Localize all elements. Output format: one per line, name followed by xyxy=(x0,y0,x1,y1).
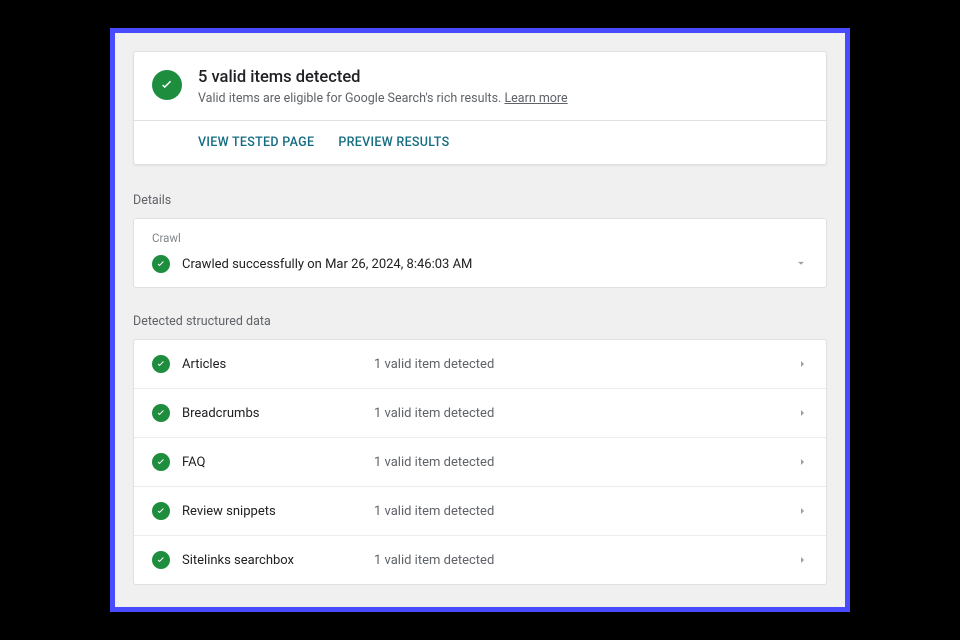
summary-title: 5 valid items detected xyxy=(198,68,568,87)
chevron-right-icon xyxy=(796,355,808,374)
chevron-right-icon xyxy=(796,551,808,570)
crawl-label: Crawl xyxy=(152,231,808,245)
detected-heading: Detected structured data xyxy=(133,314,827,329)
chevron-right-icon xyxy=(796,453,808,472)
row-name: Review snippets xyxy=(182,504,362,519)
row-status: 1 valid item detected xyxy=(374,455,494,470)
crawl-card[interactable]: Crawl Crawled successfully on Mar 26, 20… xyxy=(133,218,827,288)
check-icon xyxy=(152,404,170,422)
data-row-review-snippets[interactable]: Review snippets 1 valid item detected xyxy=(134,487,826,536)
data-row-sitelinks-searchbox[interactable]: Sitelinks searchbox 1 valid item detecte… xyxy=(134,536,826,584)
chevron-right-icon xyxy=(796,502,808,521)
structured-data-list: Articles 1 valid item detected Breadcrum… xyxy=(133,339,827,585)
action-bar: VIEW TESTED PAGE PREVIEW RESULTS xyxy=(134,120,826,164)
check-icon xyxy=(152,551,170,569)
check-icon xyxy=(152,502,170,520)
check-icon xyxy=(152,70,182,100)
check-icon xyxy=(152,355,170,373)
data-row-articles[interactable]: Articles 1 valid item detected xyxy=(134,340,826,389)
row-status: 1 valid item detected xyxy=(374,504,494,519)
summary-header: 5 valid items detected Valid items are e… xyxy=(134,52,826,120)
row-name: FAQ xyxy=(182,455,362,470)
chevron-right-icon xyxy=(796,404,808,423)
check-icon xyxy=(152,255,170,273)
check-icon xyxy=(152,453,170,471)
learn-more-link[interactable]: Learn more xyxy=(504,91,567,106)
data-row-breadcrumbs[interactable]: Breadcrumbs 1 valid item detected xyxy=(134,389,826,438)
app-frame: 5 valid items detected Valid items are e… xyxy=(110,28,850,612)
summary-text: 5 valid items detected Valid items are e… xyxy=(198,68,568,106)
preview-results-button[interactable]: PREVIEW RESULTS xyxy=(338,135,449,150)
row-name: Sitelinks searchbox xyxy=(182,553,362,568)
view-tested-page-button[interactable]: VIEW TESTED PAGE xyxy=(152,135,314,150)
summary-card: 5 valid items detected Valid items are e… xyxy=(133,51,827,165)
details-heading: Details xyxy=(133,193,827,208)
data-row-faq[interactable]: FAQ 1 valid item detected xyxy=(134,438,826,487)
crawl-row: Crawled successfully on Mar 26, 2024, 8:… xyxy=(152,255,808,273)
row-status: 1 valid item detected xyxy=(374,553,494,568)
row-name: Articles xyxy=(182,357,362,372)
row-name: Breadcrumbs xyxy=(182,406,362,421)
summary-subtitle: Valid items are eligible for Google Sear… xyxy=(198,91,568,106)
chevron-down-icon xyxy=(794,255,808,274)
row-status: 1 valid item detected xyxy=(374,357,494,372)
row-status: 1 valid item detected xyxy=(374,406,494,421)
crawl-status-text: Crawled successfully on Mar 26, 2024, 8:… xyxy=(182,257,472,272)
